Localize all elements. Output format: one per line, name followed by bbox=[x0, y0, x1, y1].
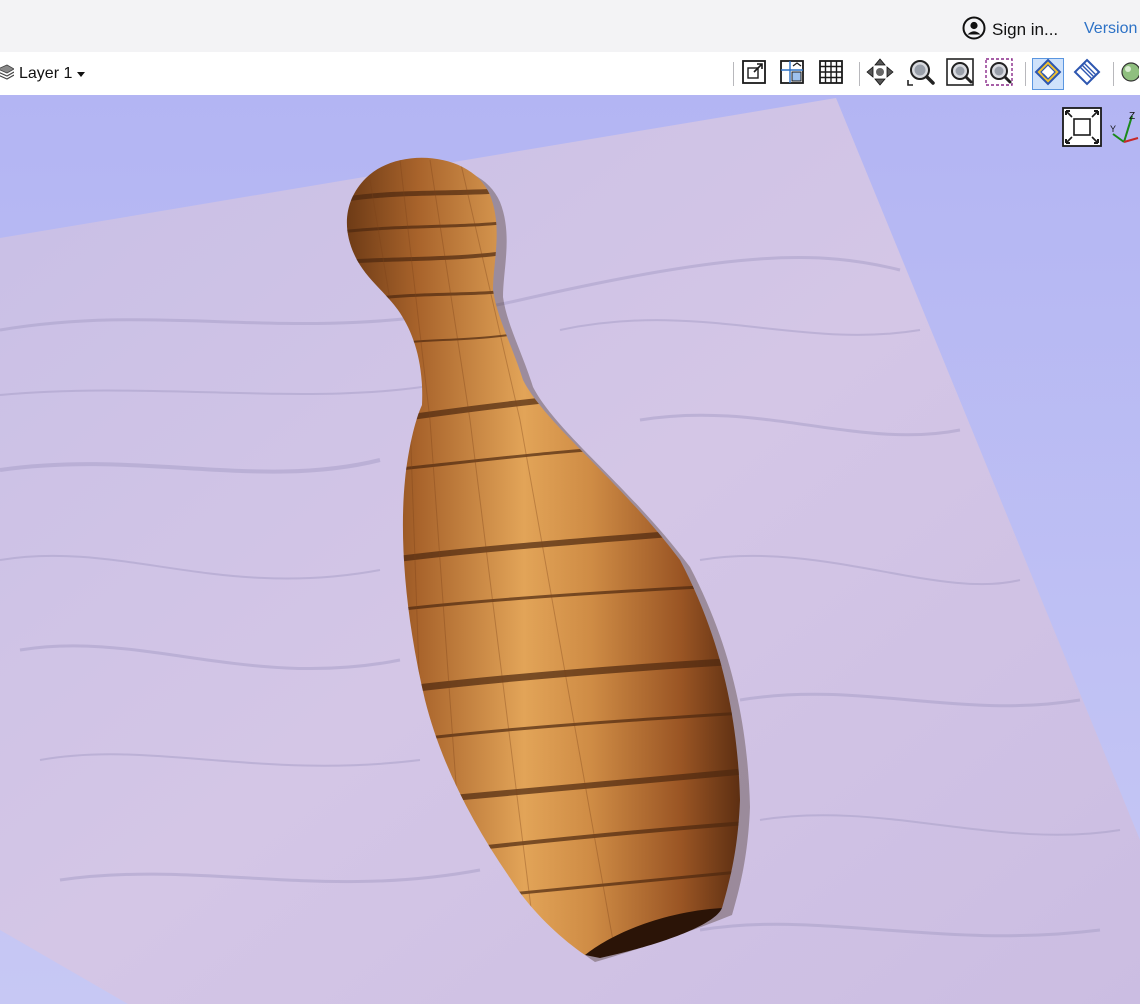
sign-in-button[interactable]: Sign in... bbox=[962, 16, 1059, 45]
toolbar-separator bbox=[1113, 62, 1114, 86]
toolbar-separator bbox=[733, 62, 734, 86]
title-bar: Sign in... Version bbox=[0, 0, 1140, 53]
toolbar-separator bbox=[1025, 62, 1026, 86]
fit-to-view-button[interactable] bbox=[738, 58, 770, 90]
plan-view-button[interactable] bbox=[776, 58, 808, 90]
wireframe-view-button[interactable] bbox=[1071, 58, 1103, 90]
zoom-button[interactable] bbox=[905, 58, 937, 90]
shaded-view-button[interactable] bbox=[1032, 58, 1064, 90]
toolbar-separator bbox=[859, 62, 860, 86]
wireframe-view-icon bbox=[1073, 58, 1101, 91]
grid-toggle-button[interactable] bbox=[815, 58, 847, 90]
fit-to-view-icon bbox=[741, 59, 767, 90]
grid-icon bbox=[818, 59, 844, 90]
user-account-icon bbox=[962, 16, 986, 45]
layer-label: Layer 1 bbox=[19, 65, 73, 82]
zoom-selected-button[interactable] bbox=[944, 57, 976, 91]
material-icon bbox=[1119, 59, 1139, 89]
version-link[interactable]: Version bbox=[1084, 20, 1137, 38]
pan-icon bbox=[866, 57, 894, 91]
layer-stack-icon bbox=[0, 63, 15, 86]
plan-view-icon bbox=[779, 59, 805, 90]
zoom-selected-icon bbox=[946, 57, 974, 91]
dropdown-arrow-icon bbox=[77, 65, 86, 83]
zoom-icon bbox=[907, 58, 935, 91]
fit-to-view-icon bbox=[1061, 106, 1103, 153]
zoom-box-button[interactable] bbox=[983, 57, 1015, 91]
shaded-view-icon bbox=[1034, 58, 1062, 91]
axis-z-label: Z bbox=[1129, 111, 1135, 122]
axis-y-label: Y bbox=[1110, 124, 1116, 134]
material-button[interactable] bbox=[1118, 58, 1140, 90]
axis-indicator: Z Y bbox=[1110, 108, 1140, 152]
pan-button[interactable] bbox=[864, 57, 896, 91]
3d-viewport[interactable] bbox=[0, 95, 1140, 1004]
sign-in-label: Sign in... bbox=[992, 20, 1059, 39]
fit-view-button[interactable] bbox=[1061, 106, 1103, 153]
zoom-box-icon bbox=[985, 57, 1013, 91]
layer-dropdown[interactable]: Layer 1 bbox=[0, 61, 86, 87]
